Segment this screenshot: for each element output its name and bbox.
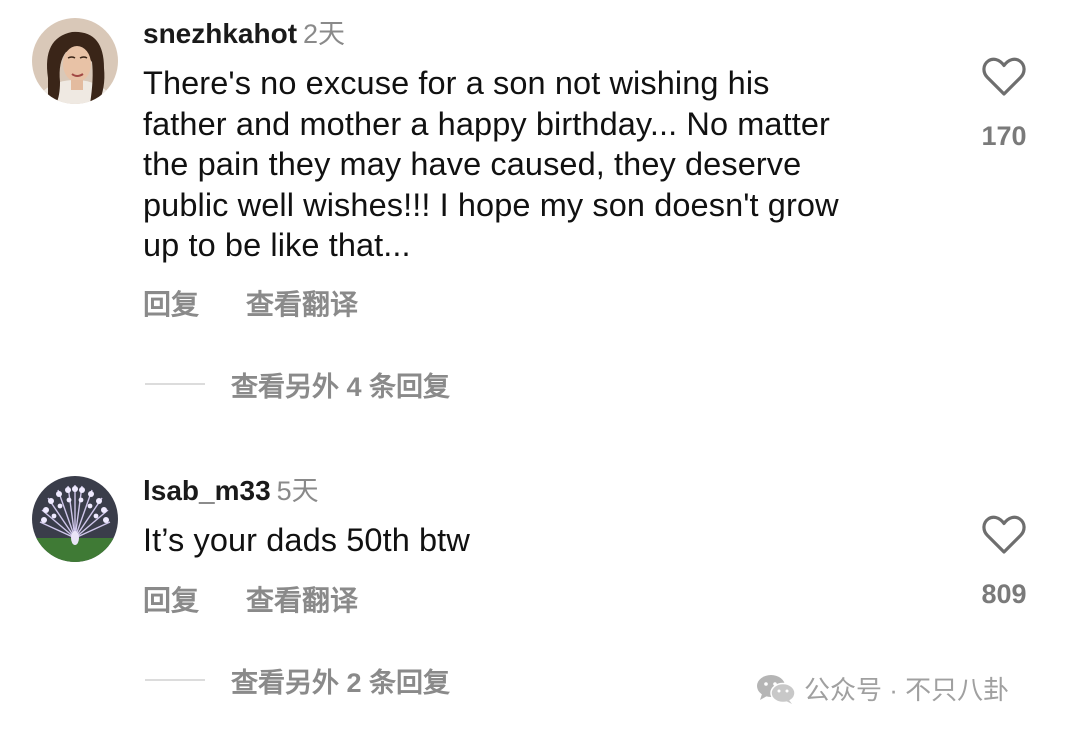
heart-icon xyxy=(982,515,1026,554)
comment-text-line: It’s your dads 50th btw xyxy=(143,522,470,558)
like-button[interactable] xyxy=(976,514,1032,556)
view-more-replies-label[interactable]: 查看另外 2 条回复 xyxy=(231,661,450,700)
comment-item: lsab_m33 5天 It’s your dads 50th btw 回复 查看… xyxy=(0,0,1080,731)
comment-author[interactable]: lsab_m33 5天 xyxy=(143,474,319,508)
watermark-text: 公众号 · 不只八卦 xyxy=(804,675,1010,705)
reply-button[interactable]: 回复 xyxy=(143,584,199,618)
avatar[interactable] xyxy=(32,476,118,562)
wechat-icon xyxy=(757,674,796,704)
comment-text: It’s your dads 50th btw xyxy=(143,520,943,561)
view-more-replies[interactable]: 查看另外 2 条回复 xyxy=(145,661,450,700)
watermark: 公众号 · 不只八卦 xyxy=(756,670,1009,707)
divider xyxy=(145,679,205,681)
peacock-avatar-icon xyxy=(32,476,118,562)
translate-button[interactable]: 查看翻译 xyxy=(246,584,358,618)
comment-time: 5天 xyxy=(276,476,319,506)
username[interactable]: lsab_m33 xyxy=(143,475,271,506)
like-count: 809 xyxy=(981,579,1027,609)
